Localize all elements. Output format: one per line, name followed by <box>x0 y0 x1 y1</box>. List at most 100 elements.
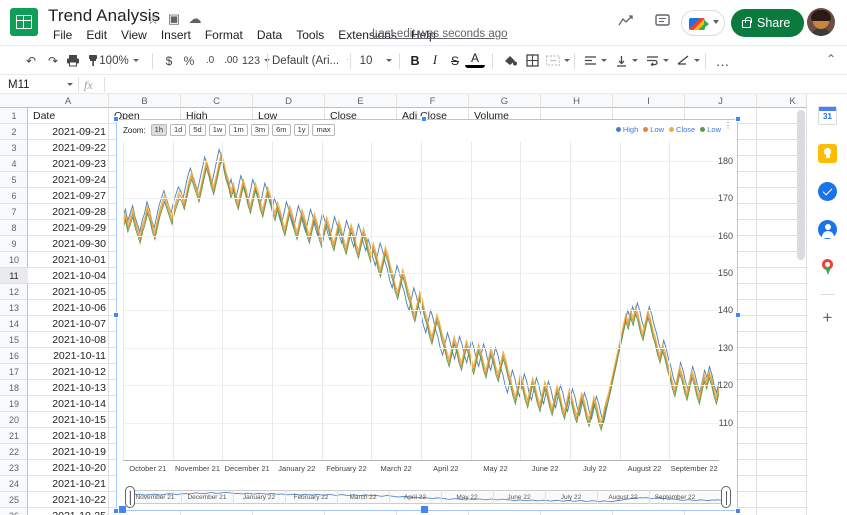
zoom-button-3m[interactable]: 3m <box>250 124 270 136</box>
font-family-selector[interactable]: Default (Ari... <box>272 50 348 71</box>
range-slider-handle-left[interactable] <box>125 486 135 508</box>
bold-button[interactable]: B <box>405 50 425 71</box>
cell-header-date[interactable]: Date <box>30 108 111 124</box>
print-button[interactable] <box>62 50 84 71</box>
zoom-button-1m[interactable]: 1m <box>229 124 248 136</box>
cell-date[interactable]: 2021-10-01 <box>28 252 109 268</box>
cell-date[interactable]: 2021-09-22 <box>28 140 109 156</box>
row-header-1[interactable]: 1 <box>0 108 28 124</box>
menu-insert[interactable]: Insert <box>154 26 198 45</box>
row-header-22[interactable]: 22 <box>0 444 28 460</box>
cell-date[interactable]: 2021-10-19 <box>28 444 109 460</box>
chart-resize-handle-ne[interactable] <box>735 116 741 122</box>
merge-cells-button[interactable] <box>543 50 573 71</box>
menu-edit[interactable]: Edit <box>79 26 114 45</box>
move-to-folder-icon[interactable]: ▣ <box>166 11 182 27</box>
star-icon[interactable]: ☆ <box>145 11 161 27</box>
row-header-10[interactable]: 10 <box>0 252 28 268</box>
contacts-icon[interactable] <box>818 220 837 239</box>
row-header-8[interactable]: 8 <box>0 220 28 236</box>
text-color-button[interactable]: A <box>465 50 485 68</box>
row-header-9[interactable]: 9 <box>0 236 28 252</box>
column-header-I[interactable]: I <box>613 94 685 108</box>
cloud-saved-icon[interactable]: ☁ <box>187 11 203 27</box>
menu-tools[interactable]: Tools <box>289 26 331 45</box>
zoom-button-1w[interactable]: 1w <box>208 124 227 136</box>
last-edit-status[interactable]: Last edit was seconds ago <box>372 28 508 40</box>
zoom-button-1d[interactable]: 1d <box>170 124 187 136</box>
cell-date[interactable]: 2021-10-08 <box>28 332 109 348</box>
stock-chart[interactable]: Zoom: 1h 1d 5d 1w 1m 3m 6m 1y max High Lo… <box>113 116 741 514</box>
zoom-selector[interactable]: 100% <box>95 50 143 71</box>
strikethrough-button[interactable]: S <box>445 50 465 71</box>
cell-date[interactable]: 2021-09-27 <box>28 188 109 204</box>
menu-file[interactable]: File <box>46 26 79 45</box>
row-header-5[interactable]: 5 <box>0 172 28 188</box>
calendar-icon[interactable] <box>818 106 837 125</box>
zoom-button-5d[interactable]: 5d <box>189 124 206 136</box>
cell-date[interactable]: 2021-10-07 <box>28 316 109 332</box>
menu-format[interactable]: Format <box>198 26 250 45</box>
name-box[interactable]: M11 <box>0 75 75 94</box>
horizontal-align-button[interactable] <box>580 50 610 71</box>
row-header-2[interactable]: 2 <box>0 124 28 140</box>
cell-date[interactable]: 2021-10-05 <box>28 284 109 300</box>
more-options-button[interactable]: … <box>712 50 734 71</box>
row-header-19[interactable]: 19 <box>0 396 28 412</box>
chevron-down-icon[interactable] <box>67 83 73 86</box>
cell-date[interactable]: 2021-09-30 <box>28 236 109 252</box>
row-header-18[interactable]: 18 <box>0 380 28 396</box>
meet-button[interactable] <box>681 10 725 36</box>
row-header-15[interactable]: 15 <box>0 332 28 348</box>
row-header-25[interactable]: 25 <box>0 492 28 508</box>
row-header-7[interactable]: 7 <box>0 204 28 220</box>
chart-resize-handle-e[interactable] <box>735 312 741 318</box>
chart-range-slider[interactable]: November 21 December 21 January 22 February… <box>123 486 733 508</box>
column-header-H[interactable]: H <box>541 94 613 108</box>
cell-date[interactable]: 2021-09-29 <box>28 220 109 236</box>
add-app-button[interactable]: + <box>819 309 836 326</box>
row-header-14[interactable]: 14 <box>0 316 28 332</box>
row-header-13[interactable]: 13 <box>0 300 28 316</box>
currency-button[interactable]: $ <box>160 50 178 71</box>
borders-button[interactable] <box>521 50 543 71</box>
chart-resize-handle-se[interactable] <box>735 508 741 514</box>
chart-resize-handle-nw[interactable] <box>113 116 119 122</box>
increase-decimal-button[interactable]: .00 <box>220 50 242 71</box>
percent-button[interactable]: % <box>180 50 198 71</box>
column-header-C[interactable]: C <box>181 94 253 108</box>
avatar[interactable] <box>807 8 835 36</box>
row-header-17[interactable]: 17 <box>0 364 28 380</box>
chart-resize-handle-n[interactable] <box>421 116 427 122</box>
row-header-23[interactable]: 23 <box>0 460 28 476</box>
tasks-icon[interactable] <box>818 182 837 201</box>
column-header-G[interactable]: G <box>469 94 541 108</box>
range-slider-handle-right[interactable] <box>721 486 731 508</box>
cell-date[interactable]: 2021-10-13 <box>28 380 109 396</box>
legend-item-1[interactable]: Low <box>643 125 664 134</box>
cell-date[interactable]: 2021-10-22 <box>28 492 109 508</box>
text-wrap-button[interactable] <box>642 50 672 71</box>
page-title[interactable]: Trend Analysis <box>48 6 160 26</box>
cell-date[interactable]: 2021-10-06 <box>28 300 109 316</box>
share-button[interactable]: Share <box>731 9 805 37</box>
cell-date[interactable]: 2021-10-21 <box>28 476 109 492</box>
keep-icon[interactable] <box>818 144 837 163</box>
cell-date[interactable]: 2021-10-20 <box>28 460 109 476</box>
vertical-scrollbar[interactable] <box>797 110 805 260</box>
menu-view[interactable]: View <box>114 26 154 45</box>
zoom-button-max[interactable]: max <box>312 124 335 136</box>
cell-date[interactable]: 2021-09-24 <box>28 172 109 188</box>
row-header-16[interactable]: 16 <box>0 348 28 364</box>
legend-item-3[interactable]: Low <box>700 125 721 134</box>
comment-icon[interactable] <box>651 12 673 34</box>
cell-date[interactable]: 2021-10-14 <box>28 396 109 412</box>
column-header-K[interactable]: K <box>757 94 806 108</box>
row-header-12[interactable]: 12 <box>0 284 28 300</box>
row-header-20[interactable]: 20 <box>0 412 28 428</box>
zoom-button-1h[interactable]: 1h <box>150 124 168 136</box>
maps-icon[interactable] <box>818 258 837 277</box>
zoom-button-1y[interactable]: 1y <box>293 124 310 136</box>
text-rotation-button[interactable] <box>673 50 703 71</box>
row-header-6[interactable]: 6 <box>0 188 28 204</box>
